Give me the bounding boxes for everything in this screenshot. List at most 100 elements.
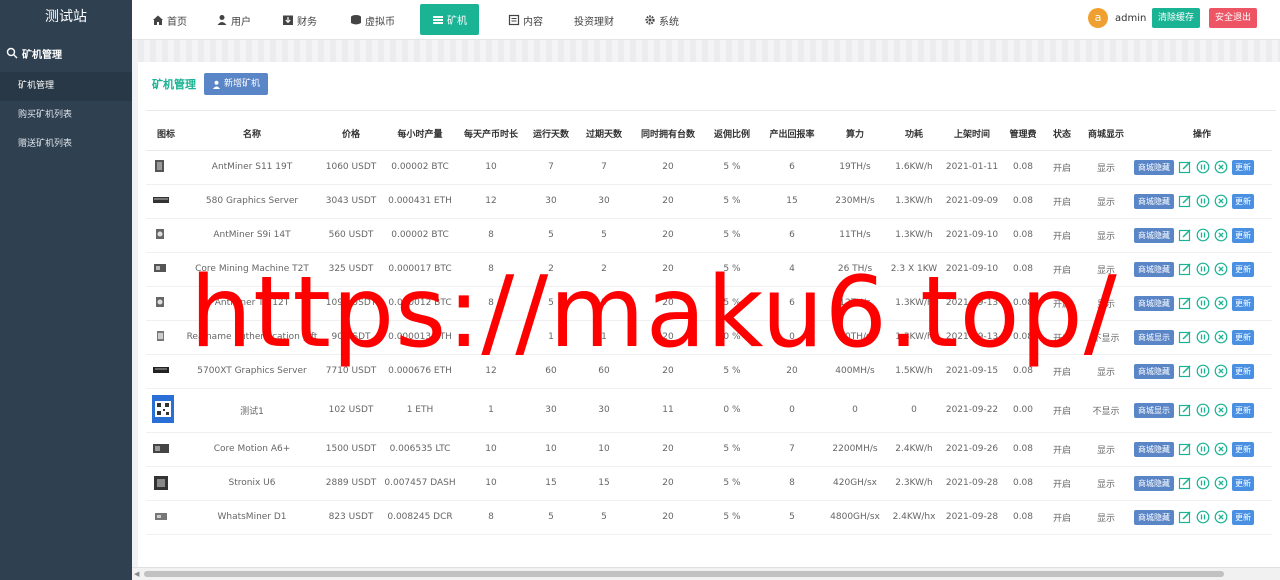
miner-icon (433, 15, 443, 24)
miner-thumbnail-icon (156, 296, 164, 307)
sidebar-item-purchased-miners[interactable]: 购买矿机列表 (0, 101, 132, 130)
mall-toggle-button[interactable]: 商城隐藏 (1134, 159, 1174, 175)
add-miner-button[interactable]: 新增矿机 (204, 73, 269, 95)
cell-return-rate: 0 (760, 320, 824, 355)
scrollbar-thumb[interactable] (144, 571, 1224, 577)
scroll-left-icon[interactable]: ◀ (134, 570, 139, 578)
miner-thumbnail-icon (155, 159, 164, 172)
edit-icon[interactable] (1178, 160, 1192, 174)
cell-power: 2.3 X 1KW (886, 252, 942, 287)
pause-icon[interactable] (1196, 296, 1210, 310)
mall-toggle-button[interactable]: 商城隐藏 (1134, 363, 1174, 379)
nav-investment[interactable]: 投资理财 (574, 0, 614, 40)
pause-icon[interactable] (1196, 160, 1210, 174)
avatar[interactable]: a (1088, 8, 1108, 28)
icon-cell (146, 218, 186, 253)
update-button[interactable]: 更新 (1232, 295, 1254, 311)
nav-user[interactable]: 用户 (216, 0, 251, 40)
delete-icon[interactable] (1214, 510, 1228, 524)
user-menu[interactable]: a admin (1088, 8, 1146, 28)
edit-icon[interactable] (1178, 403, 1192, 417)
nav-system[interactable]: 系统 (644, 0, 679, 40)
update-button[interactable]: 更新 (1232, 329, 1254, 345)
delete-icon[interactable] (1214, 194, 1228, 208)
mall-toggle-button[interactable]: 商城隐藏 (1134, 509, 1174, 525)
update-button[interactable]: 更新 (1232, 441, 1254, 457)
cell-output: 0.000012 BTC (384, 286, 456, 321)
search-icon (6, 47, 18, 59)
delete-icon[interactable] (1214, 262, 1228, 276)
delete-icon[interactable] (1214, 228, 1228, 242)
pause-icon[interactable] (1196, 262, 1210, 276)
pause-icon[interactable] (1196, 194, 1210, 208)
update-button[interactable]: 更新 (1232, 509, 1254, 525)
pause-icon[interactable] (1196, 330, 1210, 344)
cell-fee: 0.08 (1002, 286, 1044, 321)
cell-fee: 0.00 (1002, 388, 1044, 433)
edit-icon[interactable] (1178, 330, 1192, 344)
mall-toggle-button[interactable]: 商城隐藏 (1134, 261, 1174, 277)
pause-icon[interactable] (1196, 476, 1210, 490)
logout-button[interactable]: 安全退出 (1209, 8, 1258, 28)
sidebar-section-header[interactable]: 矿机管理 (0, 34, 132, 72)
cell-date: 2021-09-26 (942, 432, 1002, 467)
nav-home[interactable]: 首页 (152, 0, 187, 40)
miner-panel: 矿机管理 新增矿机 图标 名称 价格 每小时产量 每天产币时长 运行天数 过期天数 同时拥有台… (138, 62, 1280, 567)
edit-icon[interactable] (1178, 228, 1192, 242)
cell-hashrate: 420GH/sx (824, 466, 886, 501)
cell-hashrate: 19TH/s (824, 150, 886, 185)
update-button[interactable]: 更新 (1232, 227, 1254, 243)
table-row: 580 Graphics Server 3043 USDT 0.000431 ETH… (146, 184, 1272, 219)
update-button[interactable]: 更新 (1232, 402, 1254, 418)
edit-icon[interactable] (1178, 194, 1192, 208)
mall-toggle-button[interactable]: 商城显示 (1134, 329, 1174, 345)
update-button[interactable]: 更新 (1232, 261, 1254, 277)
update-button[interactable]: 更新 (1232, 193, 1254, 209)
mall-toggle-button[interactable]: 商城隐藏 (1134, 227, 1174, 243)
nav-content[interactable]: 内容 (508, 0, 543, 40)
delete-icon[interactable] (1214, 403, 1228, 417)
cell-output: 0.000017 BTC (384, 252, 456, 287)
cell-max-own: 20 (632, 252, 704, 287)
pause-icon[interactable] (1196, 364, 1210, 378)
delete-icon[interactable] (1214, 442, 1228, 456)
edit-icon[interactable] (1178, 442, 1192, 456)
cell-hours: 8 (456, 252, 526, 287)
nav-finance[interactable]: 财务 (282, 0, 317, 40)
edit-icon[interactable] (1178, 364, 1192, 378)
cell-output: 0.007457 DASH (384, 466, 456, 501)
sidebar-item-miner-manage[interactable]: 矿机管理 (0, 72, 132, 101)
pause-icon[interactable] (1196, 403, 1210, 417)
delete-icon[interactable] (1214, 330, 1228, 344)
pause-icon[interactable] (1196, 442, 1210, 456)
nav-crypto[interactable]: 虚拟币 (350, 0, 395, 40)
mall-toggle-button[interactable]: 商城隐藏 (1134, 441, 1174, 457)
mall-toggle-button[interactable]: 商城隐藏 (1134, 295, 1174, 311)
edit-icon[interactable] (1178, 510, 1192, 524)
delete-icon[interactable] (1214, 296, 1228, 310)
cell-expire-days: 5 (576, 500, 632, 535)
horizontal-scrollbar[interactable]: ◀ (132, 567, 1280, 580)
column-header: 每天产币时长 (456, 118, 526, 151)
update-button[interactable]: 更新 (1232, 475, 1254, 491)
update-button[interactable]: 更新 (1232, 159, 1254, 175)
cell-return-rate: 20 (760, 354, 824, 389)
cell-status: 开启 (1044, 354, 1080, 389)
edit-icon[interactable] (1178, 262, 1192, 276)
delete-icon[interactable] (1214, 160, 1228, 174)
icon-cell (146, 286, 186, 321)
mall-toggle-button[interactable]: 商城隐藏 (1134, 193, 1174, 209)
delete-icon[interactable] (1214, 476, 1228, 490)
cell-hours: 8 (456, 218, 526, 253)
sidebar-item-gifted-miners[interactable]: 赠送矿机列表 (0, 130, 132, 159)
mall-toggle-button[interactable]: 商城显示 (1134, 402, 1174, 418)
pause-icon[interactable] (1196, 510, 1210, 524)
delete-icon[interactable] (1214, 364, 1228, 378)
clear-cache-button[interactable]: 清除缓存 (1152, 8, 1201, 28)
pause-icon[interactable] (1196, 228, 1210, 242)
mall-toggle-button[interactable]: 商城隐藏 (1134, 475, 1174, 491)
nav-miner[interactable]: 矿机 (420, 4, 479, 35)
edit-icon[interactable] (1178, 476, 1192, 490)
update-button[interactable]: 更新 (1232, 363, 1254, 379)
edit-icon[interactable] (1178, 296, 1192, 310)
